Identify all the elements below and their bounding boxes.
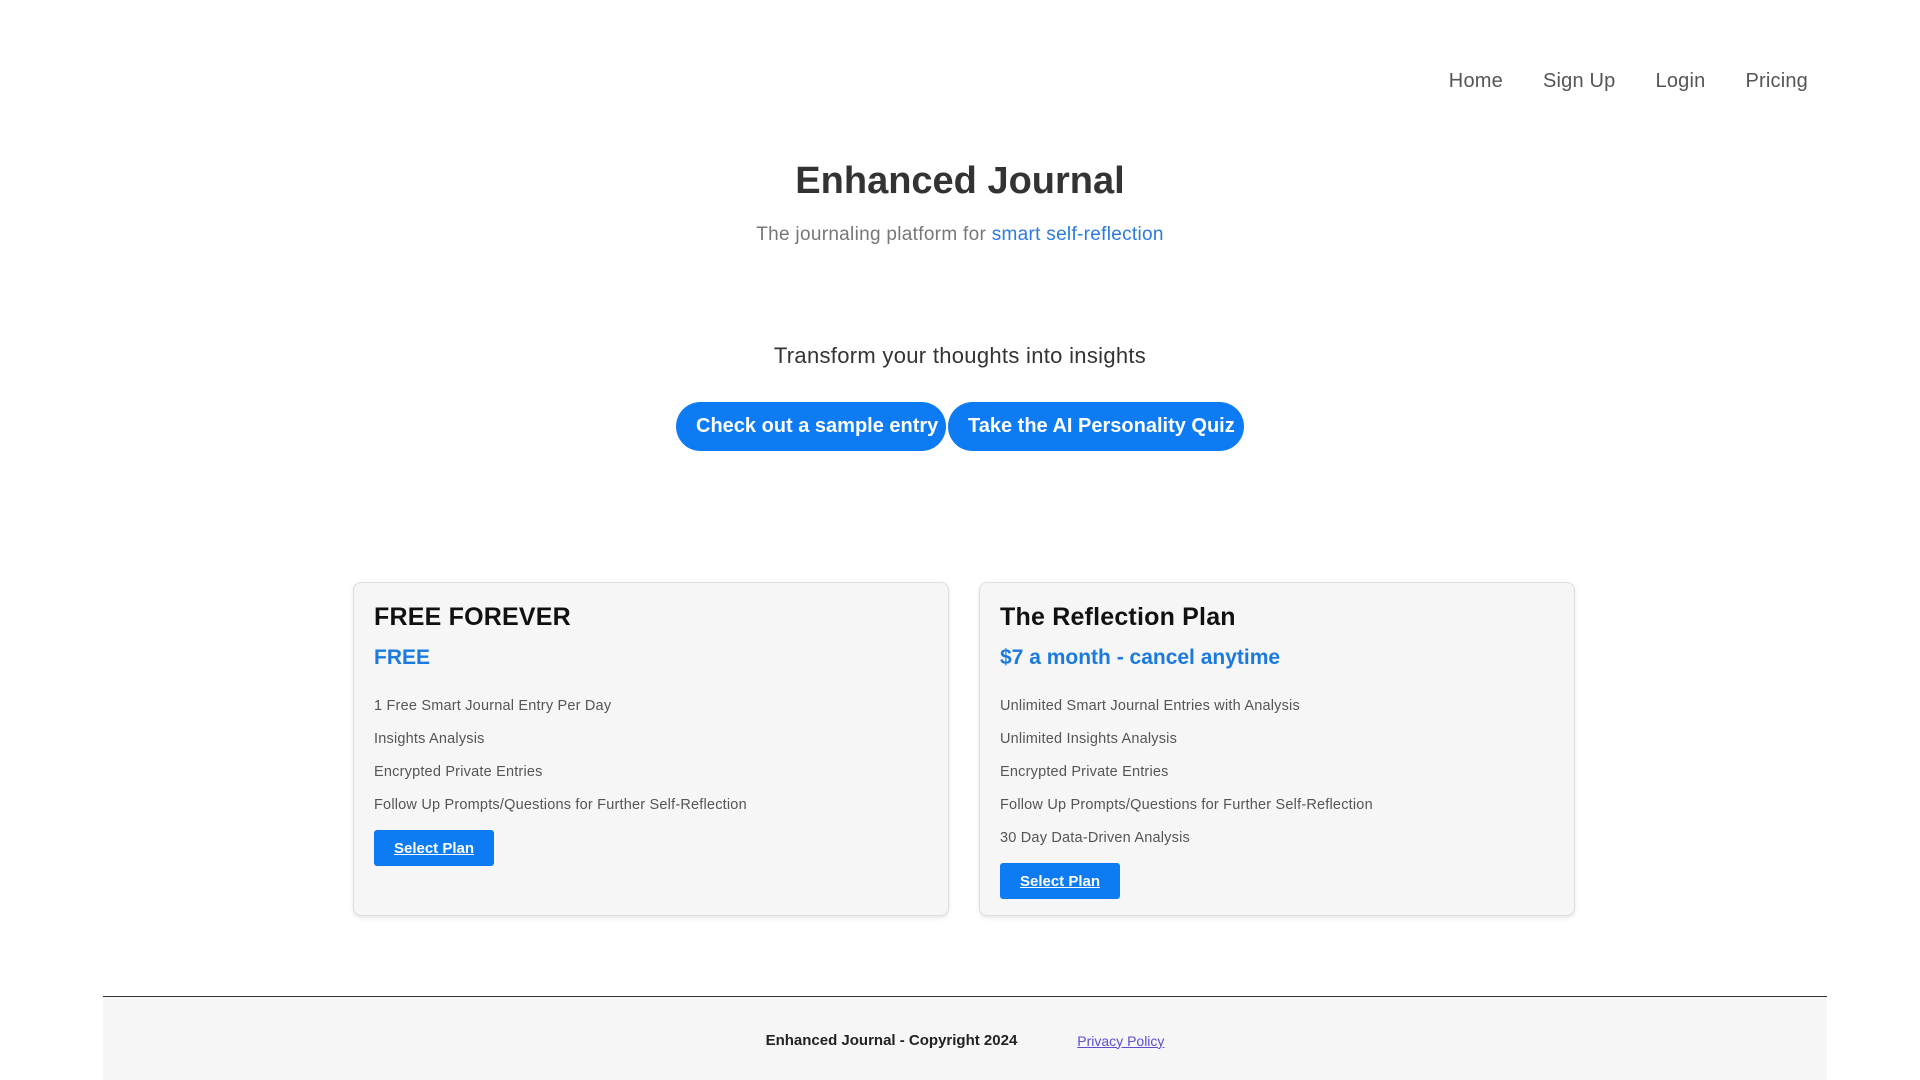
plan-card-reflection: The Reflection Plan $7 a month - cancel … bbox=[979, 582, 1575, 916]
nav-pricing-link[interactable]: Pricing bbox=[1745, 70, 1808, 93]
privacy-policy-link[interactable]: Privacy Policy bbox=[1077, 1033, 1164, 1049]
plan-feature: Encrypted Private Entries bbox=[374, 764, 543, 780]
page-title: Enhanced Journal bbox=[795, 160, 1125, 202]
sample-entry-button[interactable]: Check out a sample entry bbox=[676, 402, 946, 451]
personality-quiz-button[interactable]: Take the AI Personality Quiz bbox=[948, 402, 1244, 451]
plan-feature: Follow Up Prompts/Questions for Further … bbox=[374, 797, 747, 813]
plan-feature: 1 Free Smart Journal Entry Per Day bbox=[374, 698, 612, 714]
plan-feature: Unlimited Insights Analysis bbox=[1000, 731, 1178, 747]
plan-feature-list: 1 Free Smart Journal Entry Per Day Insig… bbox=[374, 690, 928, 822]
footer-copyright: Enhanced Journal - Copyright 2024 bbox=[765, 1032, 1018, 1049]
plan-feature: Unlimited Smart Journal Entries with Ana… bbox=[1000, 698, 1300, 714]
plan-feature: Encrypted Private Entries bbox=[1000, 764, 1169, 780]
plan-name: The Reflection Plan bbox=[1000, 603, 1236, 631]
page: Home Sign Up Login Pricing Enhanced Jour… bbox=[0, 0, 1920, 1080]
select-plan-reflection-button[interactable]: Select Plan bbox=[1000, 863, 1120, 899]
hero-subtitle-accent: smart self-reflection bbox=[991, 224, 1164, 245]
plan-feature: Insights Analysis bbox=[374, 731, 485, 747]
nav-signup-link[interactable]: Sign Up bbox=[1543, 70, 1616, 93]
plan-feature: Follow Up Prompts/Questions for Further … bbox=[1000, 797, 1373, 813]
plan-price: FREE bbox=[374, 646, 431, 669]
pricing-plans: FREE FOREVER FREE 1 Free Smart Journal E… bbox=[353, 582, 1575, 916]
hero-subtitle: The journaling platform for smart self-r… bbox=[0, 224, 1920, 246]
hero-subtitle-prefix: The journaling platform for bbox=[756, 224, 992, 245]
nav-home-link[interactable]: Home bbox=[1449, 70, 1503, 93]
plan-price: $7 a month - cancel anytime bbox=[1000, 646, 1281, 669]
top-nav: Home Sign Up Login Pricing bbox=[1449, 70, 1808, 93]
cta-row: Check out a sample entry Take the AI Per… bbox=[0, 402, 1920, 451]
hero-tagline: Transform your thoughts into insights bbox=[773, 343, 1147, 368]
plan-feature-list: Unlimited Smart Journal Entries with Ana… bbox=[1000, 690, 1554, 855]
plan-name: FREE FOREVER bbox=[374, 603, 571, 631]
plan-card-free: FREE FOREVER FREE 1 Free Smart Journal E… bbox=[353, 582, 949, 916]
nav-login-link[interactable]: Login bbox=[1656, 70, 1706, 93]
select-plan-free-button[interactable]: Select Plan bbox=[374, 830, 494, 866]
footer: Enhanced Journal - Copyright 2024 Privac… bbox=[103, 996, 1827, 1080]
plan-feature: 30 Day Data-Driven Analysis bbox=[1000, 830, 1190, 846]
